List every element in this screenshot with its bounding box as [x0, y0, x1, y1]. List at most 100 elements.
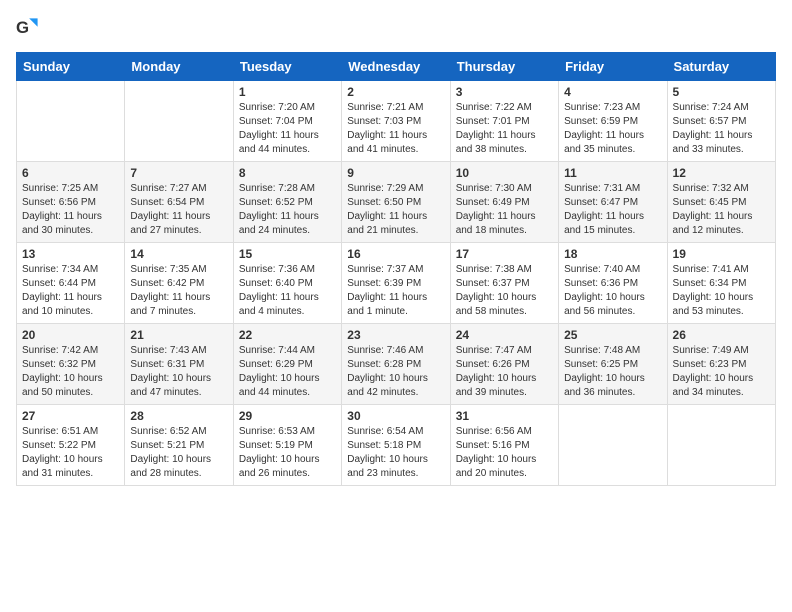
calendar-cell: 28 Sunrise: 6:52 AM Sunset: 5:21 PM Dayli… — [125, 405, 233, 486]
calendar-cell: 5 Sunrise: 7:24 AM Sunset: 6:57 PM Daylig… — [667, 81, 775, 162]
calendar-header: SundayMondayTuesdayWednesdayThursdayFrid… — [17, 53, 776, 81]
calendar-cell: 20 Sunrise: 7:42 AM Sunset: 6:32 PM Dayli… — [17, 324, 125, 405]
day-number: 25 — [564, 328, 661, 342]
calendar-cell: 2 Sunrise: 7:21 AM Sunset: 7:03 PM Daylig… — [342, 81, 450, 162]
day-info: Sunrise: 7:23 AM Sunset: 6:59 PM Dayligh… — [564, 101, 661, 157]
day-number: 17 — [456, 247, 553, 261]
calendar-cell: 30 Sunrise: 6:54 AM Sunset: 5:18 PM Dayli… — [342, 405, 450, 486]
calendar-week-row: 20 Sunrise: 7:42 AM Sunset: 6:32 PM Dayli… — [17, 324, 776, 405]
day-number: 3 — [456, 85, 553, 99]
calendar-week-row: 1Sunrise: 7:20 AM Sunset: 7:04 PM Daylig… — [17, 81, 776, 162]
day-number: 7 — [130, 166, 227, 180]
calendar-cell: 22Sunrise: 7:44 AM Sunset: 6:29 PM Dayli… — [233, 324, 341, 405]
day-number: 14 — [130, 247, 227, 261]
day-info: Sunrise: 6:52 AM Sunset: 5:21 PM Dayligh… — [130, 425, 227, 481]
day-info: Sunrise: 7:27 AM Sunset: 6:54 PM Dayligh… — [130, 182, 227, 238]
day-info: Sunrise: 7:25 AM Sunset: 6:56 PM Dayligh… — [22, 182, 119, 238]
calendar-cell: 10 Sunrise: 7:30 AM Sunset: 6:49 PM Dayli… — [450, 162, 558, 243]
calendar-cell — [667, 405, 775, 486]
day-number: 13 — [22, 247, 119, 261]
day-info: Sunrise: 7:30 AM Sunset: 6:49 PM Dayligh… — [456, 182, 553, 238]
weekday-header: Monday — [125, 53, 233, 81]
day-number: 29 — [239, 409, 336, 423]
day-number: 21 — [130, 328, 227, 342]
day-info: Sunrise: 7:20 AM Sunset: 7:04 PM Dayligh… — [239, 101, 336, 157]
day-info: Sunrise: 7:24 AM Sunset: 6:57 PM Dayligh… — [673, 101, 770, 157]
calendar-cell: 9 Sunrise: 7:29 AM Sunset: 6:50 PM Daylig… — [342, 162, 450, 243]
calendar-cell: 4 Sunrise: 7:23 AM Sunset: 6:59 PM Daylig… — [559, 81, 667, 162]
calendar-cell: 29Sunrise: 6:53 AM Sunset: 5:19 PM Dayli… — [233, 405, 341, 486]
day-number: 16 — [347, 247, 444, 261]
day-info: Sunrise: 7:42 AM Sunset: 6:32 PM Dayligh… — [22, 344, 119, 400]
calendar-cell — [125, 81, 233, 162]
day-number: 8 — [239, 166, 336, 180]
page-header: G — [16, 16, 776, 40]
calendar-cell: 25 Sunrise: 7:48 AM Sunset: 6:25 PM Dayli… — [559, 324, 667, 405]
calendar-cell: 23 Sunrise: 7:46 AM Sunset: 6:28 PM Dayli… — [342, 324, 450, 405]
day-number: 11 — [564, 166, 661, 180]
calendar-cell: 18 Sunrise: 7:40 AM Sunset: 6:36 PM Dayli… — [559, 243, 667, 324]
day-info: Sunrise: 7:34 AM Sunset: 6:44 PM Dayligh… — [22, 263, 119, 319]
day-info: Sunrise: 7:29 AM Sunset: 6:50 PM Dayligh… — [347, 182, 444, 238]
weekday-header: Wednesday — [342, 53, 450, 81]
day-info: Sunrise: 7:40 AM Sunset: 6:36 PM Dayligh… — [564, 263, 661, 319]
day-info: Sunrise: 7:47 AM Sunset: 6:26 PM Dayligh… — [456, 344, 553, 400]
day-info: Sunrise: 7:32 AM Sunset: 6:45 PM Dayligh… — [673, 182, 770, 238]
calendar-cell: 13 Sunrise: 7:34 AM Sunset: 6:44 PM Dayli… — [17, 243, 125, 324]
day-number: 9 — [347, 166, 444, 180]
day-info: Sunrise: 7:44 AM Sunset: 6:29 PM Dayligh… — [239, 344, 336, 400]
calendar-cell: 12 Sunrise: 7:32 AM Sunset: 6:45 PM Dayli… — [667, 162, 775, 243]
weekday-header: Sunday — [17, 53, 125, 81]
day-number: 28 — [130, 409, 227, 423]
day-number: 31 — [456, 409, 553, 423]
day-number: 12 — [673, 166, 770, 180]
calendar-cell: 16 Sunrise: 7:37 AM Sunset: 6:39 PM Dayli… — [342, 243, 450, 324]
day-number: 2 — [347, 85, 444, 99]
calendar-cell: 14 Sunrise: 7:35 AM Sunset: 6:42 PM Dayli… — [125, 243, 233, 324]
day-number: 19 — [673, 247, 770, 261]
calendar-cell: 27Sunrise: 6:51 AM Sunset: 5:22 PM Dayli… — [17, 405, 125, 486]
calendar-cell: 26Sunrise: 7:49 AM Sunset: 6:23 PM Dayli… — [667, 324, 775, 405]
day-info: Sunrise: 7:46 AM Sunset: 6:28 PM Dayligh… — [347, 344, 444, 400]
logo-icon: G — [16, 16, 40, 40]
calendar-cell: 31 Sunrise: 6:56 AM Sunset: 5:16 PM Dayli… — [450, 405, 558, 486]
calendar-cell: 1Sunrise: 7:20 AM Sunset: 7:04 PM Daylig… — [233, 81, 341, 162]
day-number: 10 — [456, 166, 553, 180]
calendar-cell: 19 Sunrise: 7:41 AM Sunset: 6:34 PM Dayli… — [667, 243, 775, 324]
calendar-cell: 11 Sunrise: 7:31 AM Sunset: 6:47 PM Dayli… — [559, 162, 667, 243]
day-info: Sunrise: 7:21 AM Sunset: 7:03 PM Dayligh… — [347, 101, 444, 157]
calendar-cell: 7 Sunrise: 7:27 AM Sunset: 6:54 PM Daylig… — [125, 162, 233, 243]
calendar-cell — [17, 81, 125, 162]
weekday-header: Thursday — [450, 53, 558, 81]
day-info: Sunrise: 7:43 AM Sunset: 6:31 PM Dayligh… — [130, 344, 227, 400]
day-number: 20 — [22, 328, 119, 342]
day-info: Sunrise: 6:54 AM Sunset: 5:18 PM Dayligh… — [347, 425, 444, 481]
day-number: 30 — [347, 409, 444, 423]
logo: G — [16, 16, 44, 40]
day-info: Sunrise: 7:48 AM Sunset: 6:25 PM Dayligh… — [564, 344, 661, 400]
calendar-table: SundayMondayTuesdayWednesdayThursdayFrid… — [16, 52, 776, 486]
weekday-row: SundayMondayTuesdayWednesdayThursdayFrid… — [17, 53, 776, 81]
day-info: Sunrise: 7:35 AM Sunset: 6:42 PM Dayligh… — [130, 263, 227, 319]
day-info: Sunrise: 7:36 AM Sunset: 6:40 PM Dayligh… — [239, 263, 336, 319]
day-info: Sunrise: 7:38 AM Sunset: 6:37 PM Dayligh… — [456, 263, 553, 319]
day-number: 24 — [456, 328, 553, 342]
calendar-cell: 3 Sunrise: 7:22 AM Sunset: 7:01 PM Daylig… — [450, 81, 558, 162]
day-info: Sunrise: 6:51 AM Sunset: 5:22 PM Dayligh… — [22, 425, 119, 481]
day-number: 5 — [673, 85, 770, 99]
calendar-week-row: 6Sunrise: 7:25 AM Sunset: 6:56 PM Daylig… — [17, 162, 776, 243]
day-number: 26 — [673, 328, 770, 342]
day-info: Sunrise: 7:31 AM Sunset: 6:47 PM Dayligh… — [564, 182, 661, 238]
day-info: Sunrise: 6:56 AM Sunset: 5:16 PM Dayligh… — [456, 425, 553, 481]
day-number: 15 — [239, 247, 336, 261]
day-info: Sunrise: 7:37 AM Sunset: 6:39 PM Dayligh… — [347, 263, 444, 319]
calendar-cell: 21 Sunrise: 7:43 AM Sunset: 6:31 PM Dayli… — [125, 324, 233, 405]
day-number: 4 — [564, 85, 661, 99]
calendar-cell: 6Sunrise: 7:25 AM Sunset: 6:56 PM Daylig… — [17, 162, 125, 243]
day-number: 18 — [564, 247, 661, 261]
day-info: Sunrise: 7:22 AM Sunset: 7:01 PM Dayligh… — [456, 101, 553, 157]
calendar-body: 1Sunrise: 7:20 AM Sunset: 7:04 PM Daylig… — [17, 81, 776, 486]
day-number: 23 — [347, 328, 444, 342]
calendar-cell — [559, 405, 667, 486]
day-info: Sunrise: 7:41 AM Sunset: 6:34 PM Dayligh… — [673, 263, 770, 319]
